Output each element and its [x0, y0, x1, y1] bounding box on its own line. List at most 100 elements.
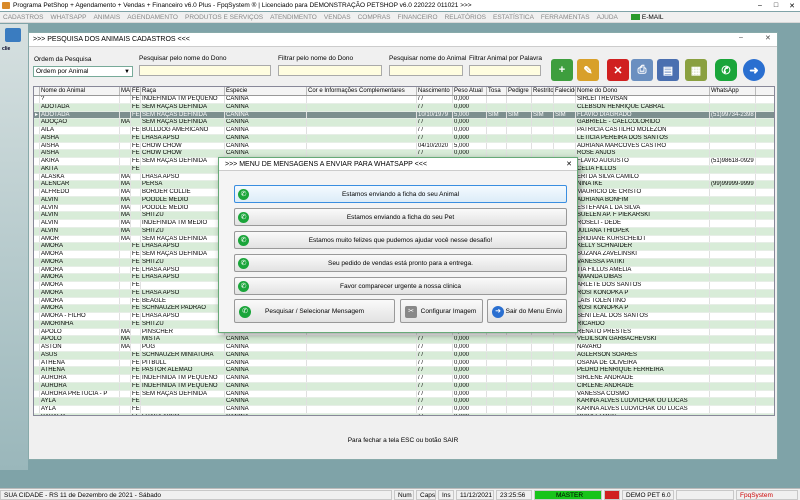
menu-estatistica[interactable]: ESTATÍSTICA [493, 14, 534, 21]
message-button-pedido[interactable]: ✆ Seu pedido de vendas está pronto para … [234, 254, 567, 272]
table-cell: NAVARO [576, 344, 710, 351]
search-window-close[interactable]: ✕ [765, 34, 771, 42]
table-row[interactable]: AILA FE BULLDOG AMERICANO CANINA / /0,000 PAT… [34, 127, 774, 135]
table-row[interactable]: AURORA FE INDEFINIDA TM PEQUENO CANINA / /0,… [34, 382, 774, 391]
table-row[interactable]: BABALO FELHASA APSOCANINA / /0,000 ODIRLEI … [34, 413, 774, 415]
table-cell: CHOW CHOW [141, 150, 225, 157]
menu-whatsapp[interactable]: WHATSAPP [50, 14, 86, 21]
table-row[interactable]: ASTON MA PUG CANINA / /0,000 NAVARO [34, 344, 774, 352]
col-raca[interactable]: Raça [141, 87, 225, 95]
col-restrito[interactable]: Restrito [532, 87, 554, 95]
delete-icon[interactable]: ✕ [607, 59, 629, 81]
exit-menu-button[interactable]: ➜ Sair do Menu Envio [487, 299, 567, 323]
table-row[interactable]: AURORA FE INDEFINIDA TM PEQUENO CANINA / /0,… [34, 375, 774, 383]
table-cell: RENATO PRESTES [576, 328, 710, 336]
message-button-ficha-animal[interactable]: ✆ Estamos enviando a ficha do seu Animal [234, 185, 567, 203]
table-cell: 0,000 [453, 406, 487, 413]
next-icon[interactable]: ➜ [743, 59, 765, 81]
table-row[interactable]: ▸ ADOTADA FE SEM RAÇAS DEFINIDA CANINA 10/10/… [34, 111, 774, 120]
table-cell [131, 181, 141, 188]
menu-animais[interactable]: ANIMAIS [93, 14, 120, 21]
edit-icon[interactable]: ✎ [577, 59, 599, 81]
print-icon[interactable]: ⎙ [631, 59, 653, 81]
dono-filter-input[interactable] [278, 65, 382, 76]
message-button-felizes[interactable]: ✆ Estamos muito felizes que pudemos ajud… [234, 231, 567, 249]
col-pedigre[interactable]: Pedigre [507, 87, 532, 95]
menu-email[interactable]: E-MAIL [630, 14, 664, 21]
table-cell: FE [132, 251, 141, 258]
maximize-button[interactable]: □ [768, 0, 784, 11]
table-cell [120, 313, 131, 320]
menu-atendimento[interactable]: ATENDIMENTO [270, 14, 317, 21]
table-cell: FE [131, 413, 141, 415]
menu-compras[interactable]: COMPRAS [358, 14, 391, 21]
table-cell: CANINA [225, 103, 307, 111]
palavra-filter-input[interactable] [469, 65, 541, 76]
col-falecido[interactable]: Falecido [554, 87, 576, 95]
menu-ferramentas[interactable]: FERRAMENTAS [541, 14, 590, 21]
table-cell [487, 127, 507, 134]
add-icon[interactable]: + [551, 59, 573, 81]
table-cell: CANINA [225, 359, 307, 367]
table-row[interactable]: AYLA FE CANINA / /0,000 KARINA ALVES LUDVICH… [34, 398, 774, 406]
table-cell: CANINA [225, 142, 307, 150]
config-image-button[interactable]: ✂ Configurar Imagem [400, 299, 483, 323]
table-row[interactable]: ADOTADA FE SEM RAÇAS DEFINIDA CANINA / /0,00… [34, 103, 774, 112]
dialog-close-button[interactable]: ✕ [566, 160, 572, 168]
menu-financeiro[interactable]: FINANCEIRO [397, 14, 437, 21]
menu-vendas[interactable]: VENDAS [324, 14, 351, 21]
col-dono[interactable]: Nome do Dono [576, 87, 710, 95]
table-row[interactable]: ATHENA FE PITBULL CANINA / /0,000 OSANA DE OL… [34, 359, 774, 368]
col-ma[interactable]: MA [120, 87, 131, 95]
table-cell: ALVIN [40, 204, 120, 212]
table-row[interactable]: ASUS FE SCHNAUZER MINIATURA CANINA / /0,000 A… [34, 351, 774, 360]
menu-agendamento[interactable]: AGENDAMENTO [127, 14, 178, 21]
table-cell [710, 344, 756, 351]
table-row[interactable]: ATHENA FE PASTOR ALEMÃO CANINA / /0,000 PEDRO… [34, 367, 774, 375]
status-ins: Ins [438, 490, 454, 500]
table-cell [710, 204, 756, 212]
calculator-icon[interactable]: ▦ [685, 59, 707, 81]
menu-cadastros[interactable]: CADASTROS [3, 14, 43, 21]
col-cor[interactable]: Cor e Informações Complementares [307, 87, 417, 95]
table-row[interactable]: AISHA FE LHASA APSO CANINA / /0,000 LETICIA P… [34, 134, 774, 143]
table-row[interactable]: AYLA FE CANINA / /0,000 KARINA ALVES LUDVICH… [34, 406, 774, 414]
table-cell: MA [121, 119, 131, 126]
clients-icon[interactable] [5, 28, 21, 42]
message-button-urgente[interactable]: ✆ Favor comparecer urgente a nossa clini… [234, 277, 567, 295]
table-row[interactable]: ADOÇÃO MA SEM RAÇAS DEFINIDA CANINA / /0,000… [34, 119, 774, 127]
table-row[interactable]: AISHA FE CHOW CHOW CANINA 04/10/2020 5,000 ADR… [34, 142, 774, 151]
table-cell: (51)99734-2398 [710, 111, 756, 119]
minimize-button[interactable]: – [752, 0, 768, 11]
app-icon [2, 2, 10, 9]
col-peso[interactable]: Peso Atual [453, 87, 487, 95]
table-cell [532, 344, 554, 351]
col-especie[interactable]: Especie [225, 87, 307, 95]
close-button[interactable]: ✕ [784, 0, 800, 11]
col-fe[interactable]: FE [131, 87, 141, 95]
animal-search-input[interactable] [389, 65, 463, 76]
table-cell: PEDRO HENRIQUE FERREIRA [576, 367, 710, 374]
col-whatsapp[interactable]: WhatsApp [710, 87, 756, 95]
col-tosa[interactable]: Tosa [487, 87, 507, 95]
whatsapp-icon[interactable]: ✆ [715, 59, 737, 81]
ordem-select[interactable]: Ordem por Animal ▼ [33, 66, 133, 77]
menu-relatorios[interactable]: RELATÓRIOS [445, 14, 486, 21]
table-row[interactable]: AURORA PRETUCIA - P FE SEM RAÇAS DEFINIDA C… [34, 390, 774, 399]
table-cell: CANINA [225, 119, 307, 126]
menu-produtos[interactable]: PRODUTOS E SERVIÇOS [185, 14, 263, 21]
card-icon[interactable]: ▤ [657, 59, 679, 81]
table-row[interactable]: APOLO MA MISTA CANINA / /0,000 VEDILSON GARBA… [34, 336, 774, 344]
search-message-button[interactable]: ✆ Pesquisar / Selecionar Mensagem [234, 299, 395, 323]
message-button-ficha-pet[interactable]: ✆ Estamos enviando a ficha do seu Pet [234, 208, 567, 226]
col-nascimento[interactable]: Nascimento [417, 87, 453, 95]
dono-search-input[interactable] [139, 65, 271, 76]
table-cell [554, 150, 576, 157]
col-nome-animal[interactable]: Nome do Animal [40, 87, 120, 95]
table-row[interactable]: ? FE INDEFINIDA TM PEQUENO CANINA / /0,000 SI… [34, 96, 774, 104]
menu-ajuda[interactable]: AJUDA [597, 14, 618, 21]
table-cell [710, 251, 756, 258]
table-cell [307, 142, 417, 150]
search-window-minimize[interactable]: – [739, 34, 743, 41]
table-cell: ALVIN [40, 227, 120, 235]
